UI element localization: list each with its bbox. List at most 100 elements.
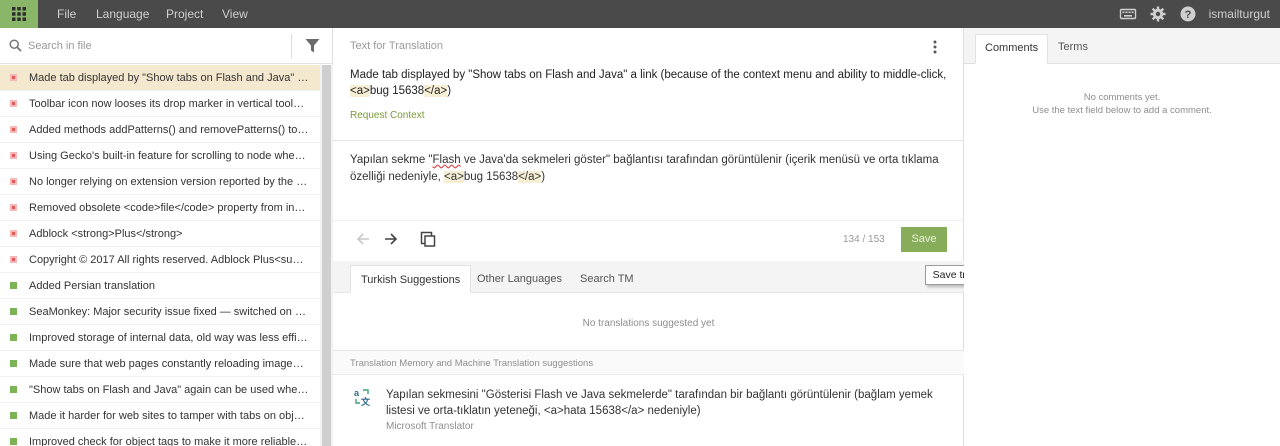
menu-file[interactable]: File bbox=[57, 0, 76, 28]
string-list-item[interactable]: Toolbar icon now looses its drop marker … bbox=[0, 91, 320, 117]
status-translated-icon bbox=[10, 282, 17, 289]
comments-panel: Comments Terms No comments yet. Use the … bbox=[964, 28, 1280, 446]
source-text: Made tab displayed by "Show tabs on Flas… bbox=[350, 69, 947, 81]
arrow-right-icon[interactable] bbox=[382, 230, 400, 248]
top-bar: File Language Project View ? ismailturgu… bbox=[0, 0, 1280, 28]
keyboard-icon[interactable] bbox=[1119, 5, 1137, 23]
string-list-item[interactable]: Adblock <strong>Plus</strong> bbox=[0, 221, 320, 247]
string-item-text: Using Gecko's built-in feature for scrol… bbox=[29, 150, 309, 162]
search-input[interactable] bbox=[28, 37, 283, 55]
string-item-text: Adblock <strong>Plus</strong> bbox=[29, 228, 183, 240]
string-list-item[interactable]: Copyright © 2017 All rights reserved. Ad… bbox=[0, 247, 320, 273]
status-missing-icon bbox=[10, 152, 17, 159]
string-list-item[interactable]: Improved storage of internal data, old w… bbox=[0, 325, 320, 351]
string-item-text: Added methods addPatterns() and removePa… bbox=[29, 124, 309, 136]
arrow-left-icon[interactable] bbox=[354, 230, 372, 248]
empty-comments-message: No comments yet. Use the text field belo… bbox=[964, 91, 1280, 117]
status-missing-icon bbox=[10, 204, 17, 211]
misspelled-word: Flash bbox=[432, 154, 461, 166]
divider bbox=[333, 220, 964, 221]
help-icon[interactable]: ? bbox=[1179, 5, 1197, 23]
copy-source-icon[interactable] bbox=[419, 230, 437, 248]
translation-tag-close: </a> bbox=[518, 171, 542, 183]
source-string: Made tab displayed by "Show tabs on Flas… bbox=[350, 67, 950, 99]
source-tag-content: bug 15638 bbox=[369, 85, 425, 97]
string-list-item[interactable]: Made it harder for web sites to tamper w… bbox=[0, 403, 320, 429]
divider bbox=[333, 140, 964, 141]
string-list-item[interactable]: Added Persian translation bbox=[0, 273, 320, 299]
svg-text:?: ? bbox=[1185, 9, 1192, 21]
menu-language[interactable]: Language bbox=[96, 0, 149, 28]
no-comments-text: No comments yet. bbox=[1083, 92, 1161, 103]
status-translated-icon bbox=[10, 360, 17, 367]
string-item-text: Toolbar icon now looses its drop marker … bbox=[29, 98, 309, 110]
search-bar bbox=[0, 28, 333, 64]
status-translated-icon bbox=[10, 412, 17, 419]
string-list-item[interactable]: Removed obsolete <code>file</code> prope… bbox=[0, 195, 320, 221]
string-list-item[interactable]: No longer relying on extension version r… bbox=[0, 169, 320, 195]
string-list-item[interactable]: Made sure that web pages constantly relo… bbox=[0, 351, 320, 377]
tab-other-languages[interactable]: Other Languages bbox=[467, 265, 572, 293]
tab-comments[interactable]: Comments bbox=[975, 34, 1049, 64]
status-missing-icon bbox=[10, 256, 17, 263]
translation-tag-content: bug 15638 bbox=[463, 171, 519, 183]
strings-panel: Made tab displayed by "Show tabs on Flas… bbox=[0, 28, 333, 446]
divider bbox=[291, 34, 292, 58]
save-button[interactable]: Save bbox=[901, 227, 947, 252]
string-item-text: Made tab displayed by "Show tabs on Flas… bbox=[29, 72, 309, 84]
empty-suggestions-message: No translations suggested yet bbox=[582, 318, 715, 329]
source-label: Text for Translation bbox=[350, 40, 443, 52]
scrollbar-thumb[interactable] bbox=[322, 65, 331, 446]
tab-search-tm[interactable]: Search TM bbox=[570, 265, 644, 293]
search-icon bbox=[9, 39, 22, 52]
string-item-text: "Show tabs on Flash and Java" again can … bbox=[29, 384, 309, 396]
translation-text-end: ) bbox=[541, 171, 546, 183]
editor-panel: Text for Translation Made tab displayed … bbox=[333, 28, 964, 446]
tab-terms[interactable]: Terms bbox=[1049, 34, 1097, 64]
status-missing-icon bbox=[10, 126, 17, 133]
source-text-end: ) bbox=[447, 85, 452, 97]
filter-icon[interactable] bbox=[305, 38, 320, 54]
string-list-item[interactable]: Improved check for object tags to make i… bbox=[0, 429, 320, 446]
more-options-icon[interactable] bbox=[929, 39, 941, 55]
translation-text: Yapılan sekme " bbox=[350, 154, 433, 166]
string-list: Made tab displayed by "Show tabs on Flas… bbox=[0, 65, 320, 446]
request-context-link[interactable]: Request Context bbox=[350, 110, 425, 121]
status-missing-icon bbox=[10, 100, 17, 107]
translation-tag-open: <a> bbox=[443, 171, 464, 183]
svg-text:a: a bbox=[354, 388, 360, 398]
string-list-item[interactable]: "Show tabs on Flash and Java" again can … bbox=[0, 377, 320, 403]
gear-icon[interactable] bbox=[1149, 5, 1167, 23]
tm-label: Translation Memory and Machine Translati… bbox=[350, 358, 594, 369]
source-tag-open: <a> bbox=[350, 85, 370, 97]
translator-icon: a 文 bbox=[354, 388, 371, 407]
string-list-item[interactable]: SeaMonkey: Major security issue fixed — … bbox=[0, 299, 320, 325]
status-translated-icon bbox=[10, 308, 17, 315]
right-tabs: Comments Terms bbox=[964, 28, 1280, 64]
username[interactable]: ismailturgut bbox=[1209, 0, 1270, 28]
svg-text:文: 文 bbox=[360, 396, 371, 407]
tab-turkish-suggestions[interactable]: Turkish Suggestions bbox=[350, 265, 472, 293]
apps-grid-button[interactable] bbox=[0, 0, 38, 28]
translation-editor[interactable]: Yapılan sekme "Flash ve Java'da sekmeler… bbox=[350, 152, 950, 186]
source-tag-close: </a> bbox=[424, 85, 448, 97]
menu-view[interactable]: View bbox=[222, 0, 248, 28]
menu-project[interactable]: Project bbox=[166, 0, 203, 28]
string-counter: 134 / 153 bbox=[843, 234, 885, 245]
string-item-text: Improved storage of internal data, old w… bbox=[29, 332, 309, 344]
string-list-item[interactable]: Made tab displayed by "Show tabs on Flas… bbox=[0, 65, 320, 91]
string-item-text: No longer relying on extension version r… bbox=[29, 176, 309, 188]
string-item-text: Added Persian translation bbox=[29, 280, 155, 292]
suggestion-source: Microsoft Translator bbox=[386, 421, 474, 432]
string-list-item[interactable]: Using Gecko's built-in feature for scrol… bbox=[0, 143, 320, 169]
status-translated-icon bbox=[10, 334, 17, 341]
string-item-text: SeaMonkey: Major security issue fixed — … bbox=[29, 306, 309, 318]
string-item-text: Improved check for object tags to make i… bbox=[29, 436, 309, 446]
suggestion-text[interactable]: Yapılan sekmesini "Gösterisi Flash ve Ja… bbox=[386, 387, 956, 419]
status-missing-icon bbox=[10, 230, 17, 237]
string-item-text: Copyright © 2017 All rights reserved. Ad… bbox=[29, 254, 309, 266]
comments-hint: Use the text field below to add a commen… bbox=[1032, 105, 1212, 116]
apps-grid-icon bbox=[12, 7, 26, 21]
string-item-text: Made it harder for web sites to tamper w… bbox=[29, 410, 309, 422]
string-list-item[interactable]: Added methods addPatterns() and removePa… bbox=[0, 117, 320, 143]
